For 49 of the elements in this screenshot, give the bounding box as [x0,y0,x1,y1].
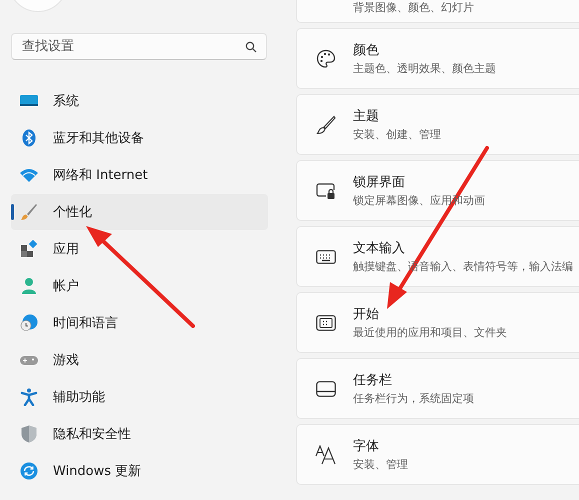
nav-item[interactable]: 蓝牙和其他设备 [11,120,268,156]
nav-item[interactable]: 系统 [11,83,268,119]
settings-card[interactable]: 背景图像、颜色、幻灯片 [296,0,579,23]
card-description: 任务栏行为，系统固定项 [353,391,474,406]
brush-icon [316,114,336,134]
font-icon [315,444,337,464]
settings-card[interactable]: 字体 安装、管理 [296,424,579,485]
card-description: 背景图像、颜色、幻灯片 [353,0,474,15]
card-title: 主题 [353,108,380,125]
sync-icon [20,462,38,480]
lock-screen-icon [316,182,336,200]
apps-icon [20,240,38,258]
card-description: 最近使用的应用和项目、文件夹 [353,325,507,340]
accessibility-icon [20,388,38,406]
settings-card[interactable]: 颜色 主题色、透明效果、颜色主题 [296,28,579,89]
bluetooth-icon [20,129,38,147]
wifi-icon [20,166,38,184]
settings-card[interactable]: 开始 最近使用的应用和项目、文件夹 [296,292,579,353]
person-icon [20,277,38,295]
card-description: 安装、创建、管理 [353,127,441,142]
nav-item[interactable]: 游戏 [11,342,268,378]
nav-item[interactable]: 时间和语言 [11,305,268,341]
card-title: 颜色 [353,42,380,59]
shield-icon [20,425,38,443]
keyboard-icon [316,250,336,264]
card-title: 锁屏界面 [353,174,406,191]
settings-card[interactable]: 主题 安装、创建、管理 [296,94,579,155]
brush-icon [20,203,38,221]
globe-clock-icon [20,314,38,332]
card-description: 主题色、透明效果、颜色主题 [353,61,496,76]
nav-item[interactable]: 辅助功能 [11,379,268,415]
nav-item[interactable]: 应用 [11,231,268,267]
selection-indicator [11,204,14,220]
settings-card[interactable]: 任务栏 任务栏行为，系统固定项 [296,358,579,419]
nav-item[interactable]: 隐私和安全性 [11,416,268,452]
taskbar-icon [316,380,336,396]
search-field[interactable]: 查找设置 [11,33,267,60]
card-description: 安装、管理 [353,457,408,472]
start-menu-icon [316,314,336,330]
nav-item[interactable]: 网络和 Internet [11,157,268,193]
card-title: 任务栏 [353,372,393,389]
card-title: 文本输入 [353,240,406,257]
card-title: 开始 [353,306,380,323]
palette-icon [316,48,336,68]
nav-item[interactable]: 帐户 [11,268,268,304]
search-icon [245,41,257,53]
card-title: 字体 [353,438,380,455]
nav-item[interactable]: Windows 更新 [11,453,268,489]
nav-item[interactable]: 个性化 [11,194,268,230]
